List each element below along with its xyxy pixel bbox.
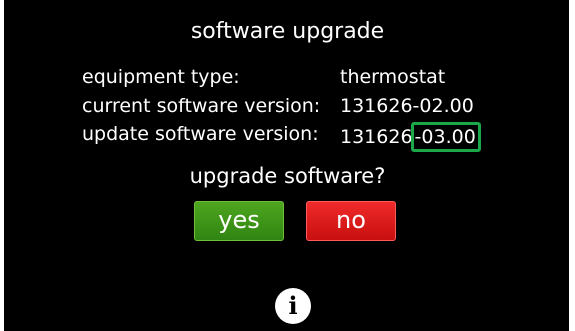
info-icon[interactable]: i [275, 288, 311, 324]
screen-title: software upgrade [190, 19, 385, 44]
equipment-type-value: thermostat [340, 66, 446, 88]
update-version-label: update software version: [82, 123, 319, 145]
current-version-label: current software version: [82, 95, 321, 117]
update-version-value: 131626 -03.00 [340, 122, 481, 152]
software-upgrade-screen: software upgrade equipment type: thermos… [0, 0, 575, 331]
equipment-type-label: equipment type: [82, 66, 240, 88]
update-version-prefix: 131626 [340, 126, 413, 148]
no-button[interactable]: no [306, 201, 396, 241]
upgrade-prompt: upgrade software? [189, 164, 386, 188]
update-version-highlight: -03.00 [410, 122, 481, 152]
current-version-value: 131626-02.00 [340, 95, 474, 117]
yes-button[interactable]: yes [194, 201, 284, 241]
